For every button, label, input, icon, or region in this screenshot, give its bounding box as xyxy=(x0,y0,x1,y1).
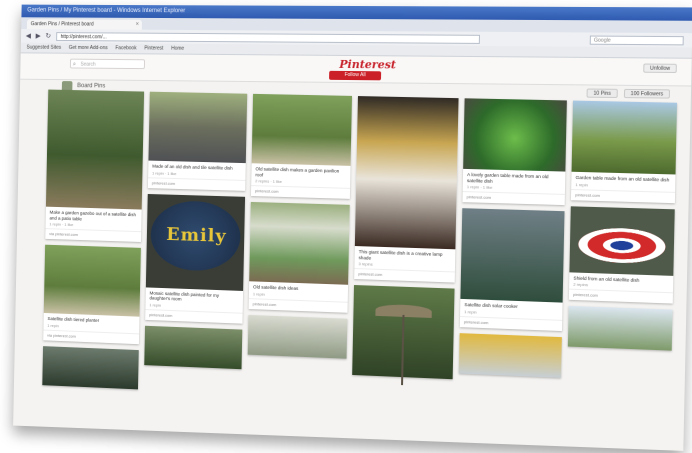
pin-source[interactable]: pinterest.com xyxy=(145,308,243,324)
pin-card[interactable] xyxy=(352,285,455,386)
followers-count-button[interactable]: 100 Followers xyxy=(623,88,671,99)
pin-card[interactable] xyxy=(144,325,243,370)
search-placeholder: Search xyxy=(80,61,96,68)
pin-column: Garden table made from an old satellite … xyxy=(566,100,678,451)
pin-image[interactable] xyxy=(251,93,353,166)
bookmark-item[interactable]: Home xyxy=(171,44,184,54)
bookmark-item[interactable]: Pinterest xyxy=(144,44,163,54)
pin-column: Make a garden gazebo out of a satellite … xyxy=(42,89,145,426)
pin-card[interactable]: A lovely garden table made from an old s… xyxy=(462,98,567,206)
pin-image[interactable]: Emily xyxy=(145,193,246,291)
pin-image[interactable] xyxy=(567,306,673,351)
pin-source[interactable]: pinterest.com xyxy=(462,191,565,206)
pinterest-logo[interactable]: Pinterest xyxy=(339,58,396,72)
pin-column: Made of an old dish and tile satellite d… xyxy=(143,91,248,431)
pin-image[interactable] xyxy=(148,91,248,164)
pin-card[interactable]: Garden table made from an old satellite … xyxy=(570,100,678,203)
follow-all-button[interactable]: Follow All xyxy=(329,70,382,81)
pin-card[interactable] xyxy=(247,314,348,359)
pin-source[interactable]: pinterest.com xyxy=(354,268,455,283)
pin-image[interactable] xyxy=(463,98,567,172)
pin-image[interactable] xyxy=(45,89,145,210)
pin-image[interactable] xyxy=(569,205,675,276)
pin-image[interactable] xyxy=(144,325,243,370)
pin-card[interactable]: Satellite dish solar cooker 1 repin pinter… xyxy=(459,208,565,331)
pins-count-button[interactable]: 10 Pins xyxy=(586,88,618,99)
pin-card[interactable]: Shield from an old satellite dish 2 repin… xyxy=(568,205,675,304)
pin-card[interactable]: Old satellite dish ideas 1 repin pinterest… xyxy=(248,202,350,313)
pin-card[interactable] xyxy=(458,332,562,378)
pin-image[interactable] xyxy=(352,285,455,386)
pin-source[interactable]: pinterest.com xyxy=(570,188,676,203)
pin-image[interactable] xyxy=(247,314,348,359)
pin-source[interactable]: pinterest.com xyxy=(568,288,673,304)
pin-card[interactable]: Made of an old dish and tile satellite d… xyxy=(147,91,248,191)
dish-pole xyxy=(401,315,405,386)
pin-image[interactable] xyxy=(249,202,350,285)
unfollow-button[interactable]: Unfollow xyxy=(643,63,677,74)
pinterest-search-input[interactable]: ⌕ Search xyxy=(69,58,146,70)
board-owner-name[interactable]: Board Pins xyxy=(77,83,105,89)
shield-dish xyxy=(577,226,666,264)
pin-grid: Make a garden gazebo out of a satellite … xyxy=(42,89,678,451)
address-bar[interactable]: http://pinterest.com/... xyxy=(55,31,480,44)
pin-card[interactable]: This giant satellite dish is a creative … xyxy=(354,96,459,283)
refresh-icon[interactable]: ↻ xyxy=(45,32,51,40)
pin-image[interactable] xyxy=(458,332,562,378)
pin-image[interactable] xyxy=(42,345,139,390)
pin-column: A lovely garden table made from an old s… xyxy=(457,98,567,445)
pin-card[interactable] xyxy=(42,345,139,390)
pin-source[interactable]: pinterest.com xyxy=(250,185,351,200)
pin-image[interactable] xyxy=(43,244,141,317)
pin-card[interactable]: Make a garden gazebo out of a satellite … xyxy=(45,89,145,243)
pin-source[interactable]: pinterest.com xyxy=(147,176,246,191)
mosaic-lettering: Emily xyxy=(166,223,227,247)
pin-card[interactable]: Old satellite dish makes a garden pavili… xyxy=(250,93,353,200)
browser-tab[interactable]: Garden Pins / Pinterest board × xyxy=(26,19,142,30)
close-icon[interactable]: × xyxy=(135,20,140,30)
pin-source[interactable]: pinterest.com xyxy=(248,297,348,313)
pin-column: Old satellite dish makes a garden pavili… xyxy=(246,93,353,436)
pin-card[interactable]: Satellite dish tiered planter 1 repin via … xyxy=(43,244,141,344)
tab-label: Garden Pins / Pinterest board xyxy=(30,21,94,28)
pin-source[interactable]: via pinterest.com xyxy=(45,228,142,243)
pin-image[interactable] xyxy=(460,208,565,303)
pin-card[interactable]: Emily Mosaic satellite dish painted for m… xyxy=(145,193,246,324)
pin-image[interactable] xyxy=(354,96,459,250)
bookmark-item[interactable]: Get more Add-ons xyxy=(69,43,108,53)
pin-column: This giant satellite dish is a creative … xyxy=(351,96,459,441)
bookmark-item[interactable]: Facebook xyxy=(115,43,136,53)
bookmark-item[interactable]: Suggested Sites xyxy=(26,43,61,53)
search-icon: ⌕ xyxy=(72,61,77,68)
back-icon[interactable]: ◀ xyxy=(26,32,31,40)
browser-search-input[interactable]: Google xyxy=(589,35,684,45)
forward-icon[interactable]: ▶ xyxy=(36,32,41,40)
pin-card[interactable] xyxy=(567,306,673,351)
pin-image[interactable] xyxy=(571,100,678,175)
